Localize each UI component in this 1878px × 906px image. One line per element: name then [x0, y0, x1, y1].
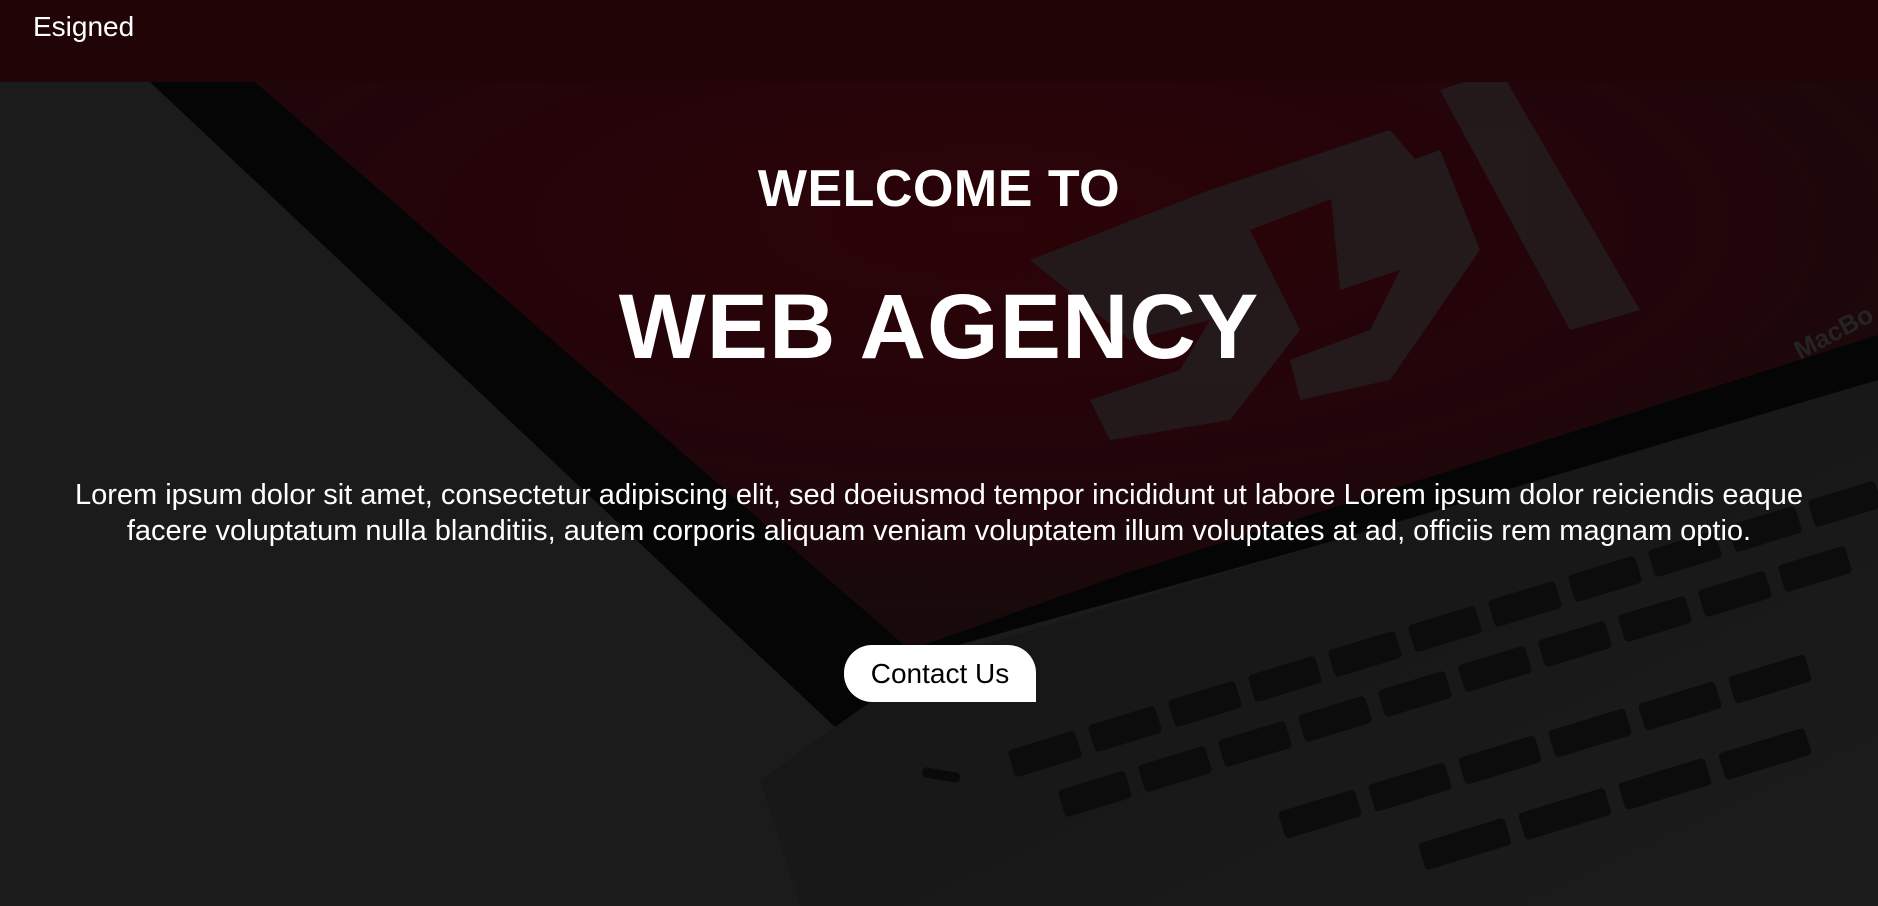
hero-description-line-1: Lorem ipsum dolor sit amet, consectetur …	[74, 479, 1803, 511]
hero-headline: WEB AGENCY	[618, 276, 1260, 378]
brand-logo-text[interactable]: Esigned	[33, 10, 134, 44]
top-navbar: Esigned	[0, 0, 1878, 82]
hero-background-image: MacBo	[0, 0, 1878, 906]
hero-description-line-2: facere voluptatum nulla blanditiis, aute…	[126, 515, 1752, 547]
contact-us-button[interactable]: Contact Us	[844, 645, 1036, 702]
hero-description: Lorem ipsum dolor sit amet, consectetur …	[0, 477, 1878, 549]
welcome-heading: WELCOME TO	[757, 160, 1121, 218]
